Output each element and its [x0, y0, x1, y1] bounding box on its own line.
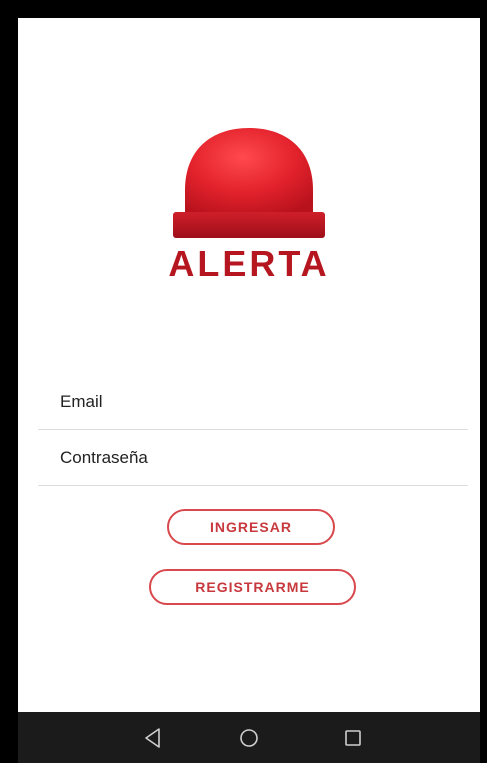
logo-text: ALERTA: [168, 243, 329, 284]
siren-icon: ALERTA: [168, 128, 329, 284]
home-circle-icon[interactable]: [236, 725, 262, 751]
app-screen: ALERTA INGRESAR REGISTRARME: [18, 18, 480, 712]
back-triangle-icon[interactable]: [140, 725, 166, 751]
app-logo: ALERTA: [18, 128, 480, 308]
password-field[interactable]: [38, 430, 468, 486]
email-input[interactable]: [38, 374, 468, 429]
recent-apps-square-icon[interactable]: [340, 725, 366, 751]
register-button[interactable]: REGISTRARME: [149, 569, 356, 605]
email-field[interactable]: [38, 374, 468, 430]
device-frame: ALERTA INGRESAR REGISTRARME: [0, 0, 487, 763]
password-input[interactable]: [38, 430, 468, 485]
login-button[interactable]: INGRESAR: [167, 509, 335, 545]
android-nav-bar: [18, 712, 480, 763]
